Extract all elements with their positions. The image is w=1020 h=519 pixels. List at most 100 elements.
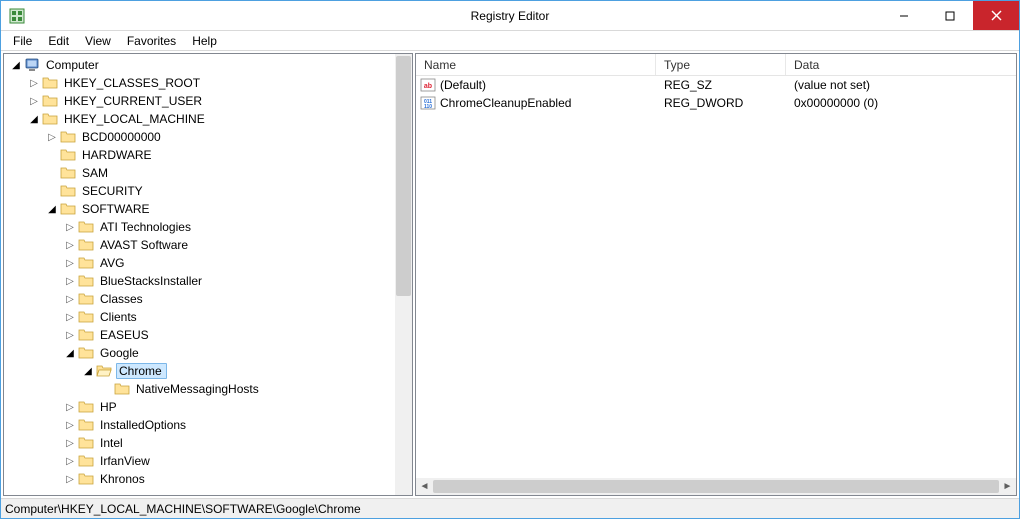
expander-icon[interactable]: ◢ (8, 57, 24, 73)
folder-icon (78, 291, 94, 307)
tree-item[interactable]: ▷SECURITY (4, 182, 412, 200)
tree-item[interactable]: ▷BlueStacksInstaller (4, 272, 412, 290)
expander-icon[interactable]: ▷ (62, 291, 78, 307)
titlebar: Registry Editor (1, 1, 1019, 31)
expander-icon[interactable]: ▷ (62, 255, 78, 271)
folder-icon (78, 327, 94, 343)
value-name: (Default) (440, 78, 486, 92)
menu-favorites[interactable]: Favorites (119, 32, 184, 50)
value-name: ChromeCleanupEnabled (440, 96, 571, 110)
tree-item-label: SOFTWARE (80, 202, 152, 216)
window-buttons (881, 1, 1019, 30)
tree-item[interactable]: ▷AVAST Software (4, 236, 412, 254)
folder-icon (78, 417, 94, 433)
list-hscrollbar[interactable]: ◄ ► (416, 478, 1016, 495)
tree-item[interactable]: ◢Chrome (4, 362, 412, 380)
tree-item[interactable]: ▷ InstalledOptions (4, 416, 412, 434)
tree-item[interactable]: ▷ATI Technologies (4, 218, 412, 236)
expander-icon[interactable]: ▷ (62, 453, 78, 469)
value-name-cell: ChromeCleanupEnabled (416, 95, 656, 111)
hscroll-thumb[interactable] (433, 480, 999, 493)
tree-item-label: Computer (44, 58, 101, 72)
expander-icon[interactable]: ◢ (44, 201, 60, 217)
list-header: Name Type Data (416, 54, 1016, 76)
menu-edit[interactable]: Edit (40, 32, 77, 50)
list-row[interactable]: ChromeCleanupEnabledREG_DWORD0x00000000 … (416, 94, 1016, 112)
minimize-button[interactable] (881, 1, 927, 30)
folder-icon (42, 111, 58, 127)
tree-item[interactable]: ▷NativeMessagingHosts (4, 380, 412, 398)
expander-icon[interactable]: ◢ (62, 345, 78, 361)
col-type[interactable]: Type (656, 54, 786, 75)
col-name[interactable]: Name (416, 54, 656, 75)
folder-icon (42, 93, 58, 109)
hscroll-right-icon[interactable]: ► (999, 478, 1016, 495)
tree-item[interactable]: ▷ HKEY_CLASSES_ROOT (4, 74, 412, 92)
tree-item[interactable]: ◢ HKEY_LOCAL_MACHINE (4, 110, 412, 128)
tree-view[interactable]: ◢Computer▷HKEY_CLASSES_ROOT▷HKEY_CURRENT… (4, 54, 412, 495)
expander-icon[interactable]: ▷ (62, 417, 78, 433)
folder-icon (60, 165, 76, 181)
tree-item[interactable]: ▷ BCD00000000 (4, 128, 412, 146)
expander-icon[interactable]: ▷ (44, 129, 60, 145)
tree-item[interactable]: ▷Khronos (4, 470, 412, 488)
tree-item[interactable]: ▷AVG (4, 254, 412, 272)
values-pane: Name Type Data (Default)REG_SZ(value not… (415, 53, 1017, 496)
tree-item[interactable]: ◢ Google (4, 344, 412, 362)
menu-file[interactable]: File (5, 32, 40, 50)
tree-item-label: HKEY_LOCAL_MACHINE (62, 112, 207, 126)
menu-view[interactable]: View (77, 32, 119, 50)
folder-icon (60, 201, 76, 217)
expander-icon[interactable]: ▷ (62, 273, 78, 289)
computer-icon (24, 57, 40, 73)
tree-item[interactable]: ◢ Computer (4, 56, 412, 74)
folder-icon (78, 237, 94, 253)
expander-icon[interactable]: ▷ (62, 435, 78, 451)
hscroll-track[interactable] (433, 478, 999, 495)
expander-icon[interactable]: ▷ (26, 75, 42, 91)
tree-item[interactable]: ▷ Clients (4, 308, 412, 326)
folder-icon (78, 255, 94, 271)
expander-icon[interactable]: ▷ (62, 399, 78, 415)
tree-item-label: Clients (98, 310, 139, 324)
hscroll-left-icon[interactable]: ◄ (416, 478, 433, 495)
folder-icon (60, 183, 76, 199)
menu-help[interactable]: Help (184, 32, 225, 50)
tree-item[interactable]: ▷SAM (4, 164, 412, 182)
tree-item[interactable]: ▷HKEY_CURRENT_USER (4, 92, 412, 110)
expander-icon[interactable]: ◢ (26, 111, 42, 127)
tree-item[interactable]: ▷HARDWARE (4, 146, 412, 164)
close-button[interactable] (973, 1, 1019, 30)
expander-icon[interactable]: ▷ (62, 309, 78, 325)
menubar: File Edit View Favorites Help (1, 31, 1019, 51)
expander-icon[interactable]: ▷ (62, 237, 78, 253)
tree-item-label: InstalledOptions (98, 418, 188, 432)
tree-item-label: Google (98, 346, 141, 360)
col-data[interactable]: Data (786, 54, 1016, 75)
expander-icon[interactable]: ▷ (26, 93, 42, 109)
tree-item-label: BCD00000000 (80, 130, 163, 144)
tree-item-label: Intel (98, 436, 125, 450)
tree-scrollbar[interactable] (395, 54, 412, 495)
tree-item[interactable]: ▷HP (4, 398, 412, 416)
folder-icon (42, 75, 58, 91)
tree-item[interactable]: ▷EASEUS (4, 326, 412, 344)
maximize-button[interactable] (927, 1, 973, 30)
expander-icon[interactable]: ▷ (62, 219, 78, 235)
tree-scrollbar-thumb[interactable] (396, 56, 411, 296)
main-area: ◢Computer▷HKEY_CLASSES_ROOT▷HKEY_CURRENT… (1, 51, 1019, 498)
tree-item[interactable]: ▷ Intel (4, 434, 412, 452)
tree-item[interactable]: ▷IrfanView (4, 452, 412, 470)
folder-icon (78, 471, 94, 487)
expander-icon[interactable]: ▷ (62, 327, 78, 343)
tree-item-label: HKEY_CLASSES_ROOT (62, 76, 202, 90)
reg-dword-icon (420, 95, 436, 111)
folder-icon (60, 147, 76, 163)
tree-item[interactable]: ▷Classes (4, 290, 412, 308)
tree-item[interactable]: ◢ SOFTWARE (4, 200, 412, 218)
expander-icon[interactable]: ▷ (62, 471, 78, 487)
expander-icon[interactable]: ◢ (80, 363, 96, 379)
value-name-cell: (Default) (416, 77, 656, 93)
list-body[interactable]: (Default)REG_SZ(value not set)ChromeClea… (416, 76, 1016, 478)
list-row[interactable]: (Default)REG_SZ(value not set) (416, 76, 1016, 94)
